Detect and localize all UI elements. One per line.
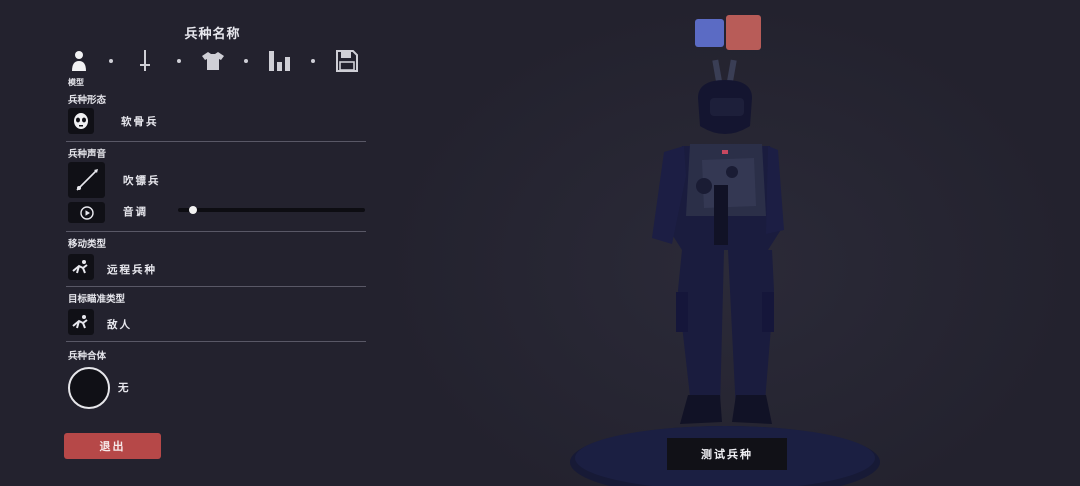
running-figure-icon [72,260,88,274]
pitch-slider-handle[interactable] [188,206,197,214]
section-label-targeting-type: 目标瞄准类型 [68,294,126,305]
tab-separator-dot [177,59,181,63]
section-divider [66,341,366,342]
shirt-icon [202,52,224,70]
save-icon [336,50,358,72]
play-icon [79,205,94,220]
tab-model-caption: 模型 [68,78,84,87]
team-color-red-swatch[interactable] [726,15,761,50]
unit-combine-value: 无 [118,382,131,394]
section-label-unit-sound: 兵种声音 [68,149,107,160]
bar-chart-icon [269,51,290,71]
tab-separator-dot [311,59,315,63]
tab-weapons[interactable] [132,48,158,74]
running-figure-icon [72,315,88,329]
section-label-unit-combine: 兵种合体 [68,351,107,362]
section-label-unit-form: 兵种形态 [68,95,107,106]
unit-sound-selector[interactable] [68,162,105,198]
movement-type-selector[interactable] [68,254,94,280]
sword-icon [140,50,150,71]
movement-type-value: 远程兵种 [107,264,157,276]
play-sound-button[interactable] [68,202,105,223]
face-mask-icon [74,113,88,129]
editor-tab-bar [66,48,366,78]
section-divider [66,286,366,287]
team-color-blue-swatch[interactable] [695,19,724,47]
person-icon [72,51,86,71]
section-divider [66,141,366,142]
section-label-movement-type: 移动类型 [68,239,107,250]
tab-save[interactable] [334,48,360,74]
tab-stats[interactable] [267,48,293,74]
tab-model[interactable] [66,48,92,74]
unit-editor-panel: 兵种名称 模型 兵种形态 软骨兵 兵种声音 吹镖兵 音调 移动类型 远程兵种 目… [0,0,380,486]
tab-separator-dot [244,59,248,63]
pitch-label: 音调 [123,206,148,218]
test-unit-button[interactable]: 测试兵种 [667,438,787,470]
unit-form-value: 软骨兵 [121,116,159,128]
unit-combine-selector[interactable] [68,367,110,409]
unit-form-selector[interactable] [68,108,94,134]
tab-separator-dot [109,59,113,63]
tab-clothing[interactable] [200,48,226,74]
blowgun-icon [75,169,98,191]
unit-sound-value: 吹镖兵 [123,175,161,187]
targeting-type-selector[interactable] [68,309,94,335]
pitch-slider[interactable] [178,206,365,214]
unit-preview-viewport[interactable] [380,0,1080,486]
unit-model-preview[interactable] [380,0,1080,486]
section-divider [66,231,366,232]
targeting-type-value: 敌人 [107,319,132,331]
exit-button[interactable]: 退出 [64,433,161,459]
unit-name-title[interactable]: 兵种名称 [0,23,425,42]
